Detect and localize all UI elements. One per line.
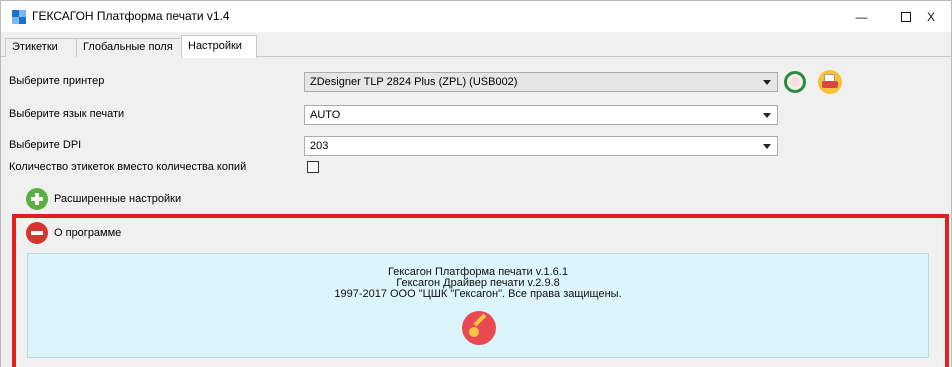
- printer-select-value: ZDesigner TLP 2824 Plus (ZPL) (USB002): [310, 76, 518, 88]
- key-icon[interactable]: [462, 311, 496, 345]
- settings-panel: Выберите принтер ZDesigner TLP 2824 Plus…: [1, 57, 951, 367]
- key-shaft-shape: [473, 313, 487, 327]
- close-icon: X: [927, 9, 936, 24]
- language-select-value: AUTO: [310, 109, 341, 121]
- label-count-checkbox[interactable]: [307, 161, 319, 173]
- language-label: Выберите язык печати: [9, 108, 125, 120]
- printer-label: Выберите принтер: [9, 75, 105, 87]
- dpi-select[interactable]: 203: [304, 136, 778, 156]
- printer-icon[interactable]: [818, 70, 842, 94]
- app-logo-icon: [12, 10, 26, 24]
- minimize-button[interactable]: —: [839, 1, 884, 32]
- tab-global-fields[interactable]: Глобальные поля: [76, 38, 182, 57]
- minus-icon[interactable]: [26, 222, 48, 244]
- refresh-icon[interactable]: [784, 71, 806, 93]
- tab-settings[interactable]: Настройки: [181, 35, 257, 58]
- key-ring-shape: [469, 327, 479, 337]
- about-copyright: 1997-2017 ООО "ЦШК "Гексагон". Все права…: [334, 288, 622, 300]
- maximize-icon: [900, 11, 911, 22]
- advanced-settings-toggle[interactable]: Расширенные настройки: [54, 193, 181, 205]
- chevron-down-icon: [763, 144, 771, 149]
- title-bar[interactable]: ГЕКСАГОН Платформа печати v1.4 — X: [1, 1, 951, 32]
- printer-select[interactable]: ZDesigner TLP 2824 Plus (ZPL) (USB002): [304, 72, 778, 92]
- close-button[interactable]: X: [927, 1, 951, 32]
- printer-body-shape: [822, 81, 838, 88]
- chevron-down-icon: [763, 80, 771, 85]
- minimize-icon: —: [855, 9, 868, 24]
- chevron-down-icon: [763, 113, 771, 118]
- plus-icon[interactable]: [26, 188, 48, 210]
- dpi-label: Выберите DPI: [9, 139, 82, 151]
- label-count-label: Количество этикеток вместо количества ко…: [9, 161, 247, 173]
- dpi-select-value: 203: [310, 140, 329, 152]
- tab-labels[interactable]: Этикетки: [5, 38, 77, 57]
- maximize-button[interactable]: [883, 1, 928, 32]
- window-title: ГЕКСАГОН Платформа печати v1.4: [32, 9, 230, 23]
- app-window: ГЕКСАГОН Платформа печати v1.4 — X Этике…: [0, 0, 952, 367]
- about-toggle[interactable]: О программе: [54, 227, 121, 239]
- language-select[interactable]: AUTO: [304, 105, 778, 125]
